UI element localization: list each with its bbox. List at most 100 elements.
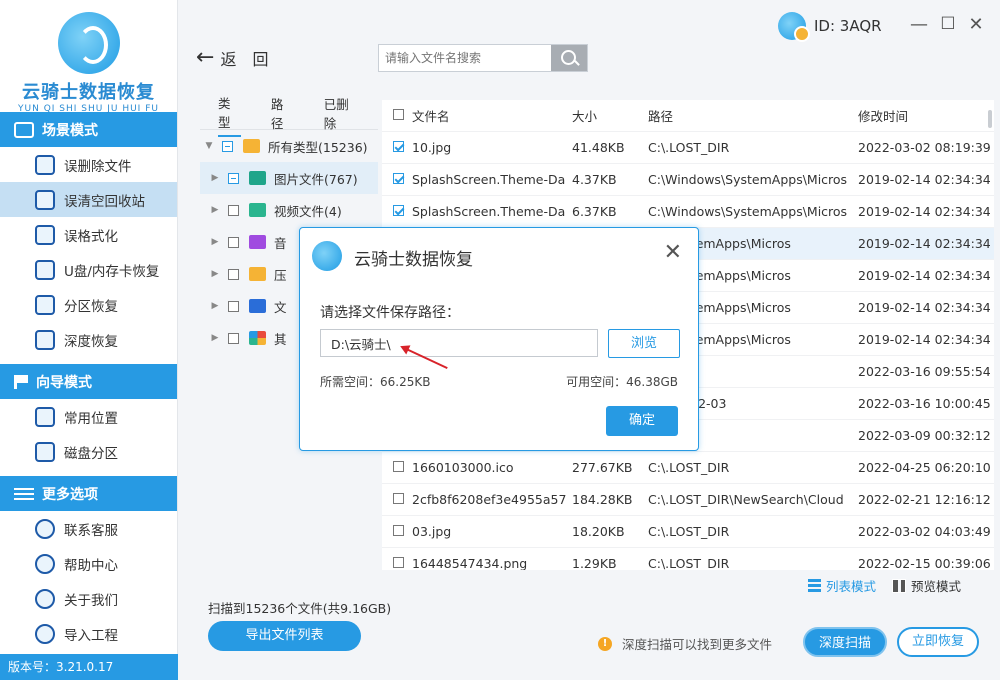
browse-button[interactable]: 浏览 bbox=[608, 329, 680, 358]
menu-item-formatted[interactable]: 误格式化 bbox=[0, 217, 177, 252]
section-scene-mode[interactable]: 场景模式 bbox=[0, 112, 177, 147]
row-checkbox[interactable] bbox=[393, 461, 404, 472]
select-all-checkbox[interactable] bbox=[393, 109, 404, 120]
tree-checkbox[interactable] bbox=[228, 236, 239, 248]
column-size[interactable]: 大小 bbox=[572, 106, 648, 125]
export-list-button[interactable]: 导出文件列表 bbox=[208, 621, 361, 651]
menu-item-contact-support[interactable]: 联系客服 bbox=[0, 511, 177, 546]
menu-label: 帮助中心 bbox=[64, 557, 118, 574]
checkbox-cell bbox=[382, 172, 412, 187]
tab-type[interactable]: 类型 bbox=[218, 93, 241, 137]
table-row[interactable]: 2cfb8f6208ef3e4955a57 184.28KB C:\.LOST_DI… bbox=[382, 484, 994, 516]
menu-label: 磁盘分区 bbox=[64, 445, 118, 462]
close-icon[interactable]: ✕ bbox=[965, 14, 987, 35]
file-size: 4.37KB bbox=[572, 172, 617, 187]
caret-down-icon[interactable]: ▼ bbox=[200, 141, 218, 151]
column-time[interactable]: 修改时间 bbox=[858, 106, 988, 125]
dialog-label: 请选择文件保存路径： bbox=[320, 305, 460, 321]
back-button[interactable]: ← 返 回 bbox=[196, 46, 268, 70]
maximize-icon[interactable]: ☐ bbox=[937, 14, 959, 34]
tree-label: 文 bbox=[274, 299, 287, 315]
row-checkbox[interactable] bbox=[393, 525, 404, 536]
tree-checkbox[interactable] bbox=[228, 268, 239, 280]
deep-scan-button[interactable]: 深度扫描 bbox=[803, 627, 887, 657]
table-row[interactable]: 16448547434.png 1.29KB C:\.LOST_DIR 2022-02… bbox=[382, 548, 994, 570]
file-size: 1.29KB bbox=[572, 556, 617, 570]
caret-right-icon[interactable]: ▶ bbox=[206, 333, 224, 343]
row-checkbox[interactable] bbox=[393, 205, 404, 216]
import-icon bbox=[35, 623, 55, 644]
section-more-options[interactable]: 更多选项 bbox=[0, 476, 177, 511]
row-checkbox[interactable] bbox=[393, 557, 404, 568]
avatar bbox=[778, 12, 810, 42]
row-checkbox[interactable] bbox=[393, 493, 404, 504]
logo-icon bbox=[312, 241, 342, 271]
file-size: 184.28KB bbox=[572, 492, 633, 507]
file-name: 2cfb8f6208ef3e4955a57 bbox=[412, 492, 567, 507]
tab-path[interactable]: 路径 bbox=[271, 94, 294, 136]
file-time: 2019-02-14 02:34:34 bbox=[858, 172, 991, 187]
save-path-input[interactable] bbox=[321, 330, 597, 356]
table-row[interactable]: 03.jpg 18.20KB C:\.LOST_DIR 2022-03-02 04:0… bbox=[382, 516, 994, 548]
tree-checkbox[interactable] bbox=[228, 300, 239, 312]
confirm-button[interactable]: 确定 bbox=[606, 406, 678, 436]
file-time: 2019-02-14 02:34:34 bbox=[858, 236, 991, 251]
tree-checkbox[interactable] bbox=[228, 204, 239, 216]
menu-item-common-locations[interactable]: 常用位置 bbox=[0, 399, 177, 434]
row-checkbox[interactable] bbox=[393, 173, 404, 184]
tree-label: 图片文件(767) bbox=[274, 171, 358, 187]
caret-right-icon[interactable]: ▶ bbox=[206, 301, 224, 311]
menu-item-disk-partition[interactable]: 磁盘分区 bbox=[0, 434, 177, 469]
search-box bbox=[378, 44, 588, 72]
file-time: 2022-02-15 00:39:06 bbox=[858, 556, 991, 570]
table-row[interactable]: SplashScreen.Theme-Da 4.37KB C:\Windows\Sy… bbox=[382, 164, 994, 196]
menu-label: U盘/内存卡恢复 bbox=[64, 263, 160, 280]
search-input[interactable] bbox=[379, 45, 551, 71]
back-label: 返 bbox=[220, 50, 237, 69]
menu-item-partition[interactable]: 分区恢复 bbox=[0, 287, 177, 322]
user-id[interactable]: ID: 3AQR bbox=[778, 12, 882, 42]
tree-checkbox[interactable] bbox=[228, 172, 239, 184]
search-icon[interactable] bbox=[551, 45, 587, 71]
scan-summary: 扫描到15236个文件(共9.16GB) bbox=[208, 601, 392, 616]
table-row[interactable]: 1660103000.ico 277.67KB C:\.LOST_DIR 2022-0… bbox=[382, 452, 994, 484]
file-time: 2022-02-21 12:16:12 bbox=[858, 492, 991, 507]
tree-node-videos[interactable]: ▶ 视频文件(4) bbox=[200, 194, 378, 226]
tab-deleted[interactable]: 已删除 bbox=[324, 94, 358, 136]
file-time: 2022-03-02 08:19:39 bbox=[858, 140, 991, 155]
file-time: 2022-03-09 00:32:12 bbox=[858, 428, 991, 443]
menu-item-about-us[interactable]: 关于我们 bbox=[0, 581, 177, 616]
column-path[interactable]: 路径 bbox=[648, 106, 858, 125]
tree-node-images[interactable]: ▶ 图片文件(767) bbox=[200, 162, 378, 194]
menu-item-import-project[interactable]: 导入工程 bbox=[0, 616, 177, 651]
caret-right-icon[interactable]: ▶ bbox=[206, 205, 224, 215]
table-row[interactable]: SplashScreen.Theme-Da 6.37KB C:\Windows\Sy… bbox=[382, 196, 994, 228]
caret-right-icon[interactable]: ▶ bbox=[206, 173, 224, 183]
tree-tabs: 类型 路径 已删除 bbox=[200, 96, 378, 137]
recover-now-button[interactable]: 立即恢复 bbox=[897, 627, 979, 657]
scrollbar[interactable] bbox=[988, 110, 992, 128]
list-mode-button[interactable]: 列表模式 bbox=[808, 576, 876, 595]
row-checkbox[interactable] bbox=[393, 141, 404, 152]
caret-right-icon[interactable]: ▶ bbox=[206, 237, 224, 247]
tree-checkbox[interactable] bbox=[228, 332, 239, 344]
menu-item-deleted-files[interactable]: 误删除文件 bbox=[0, 147, 177, 182]
table-row[interactable]: 10.jpg 41.48KB C:\.LOST_DIR 2022-03-02 08:1… bbox=[382, 132, 994, 164]
minimize-icon[interactable]: — bbox=[908, 14, 930, 35]
menu-item-deep-recovery[interactable]: 深度恢复 bbox=[0, 322, 177, 357]
menu-item-usb-card[interactable]: U盘/内存卡恢复 bbox=[0, 252, 177, 287]
logo-icon bbox=[57, 12, 120, 74]
section-wizard-mode[interactable]: 向导模式 bbox=[0, 364, 177, 399]
caret-right-icon[interactable]: ▶ bbox=[206, 269, 224, 279]
tree-checkbox[interactable] bbox=[222, 140, 233, 152]
checkbox-cell bbox=[382, 524, 412, 539]
menu-label: 误清空回收站 bbox=[64, 193, 145, 210]
menu-item-recycle-bin[interactable]: 误清空回收站 bbox=[0, 182, 177, 217]
menu-item-help-center[interactable]: 帮助中心 bbox=[0, 546, 177, 581]
column-name[interactable]: 文件名 bbox=[412, 106, 572, 125]
delete-file-icon bbox=[35, 154, 55, 175]
preview-mode-button[interactable]: 预览模式 bbox=[892, 576, 961, 595]
section-title: 更多选项 bbox=[42, 486, 98, 503]
close-icon[interactable]: ✕ bbox=[664, 240, 682, 265]
list-mode-label: 列表模式 bbox=[826, 579, 877, 594]
